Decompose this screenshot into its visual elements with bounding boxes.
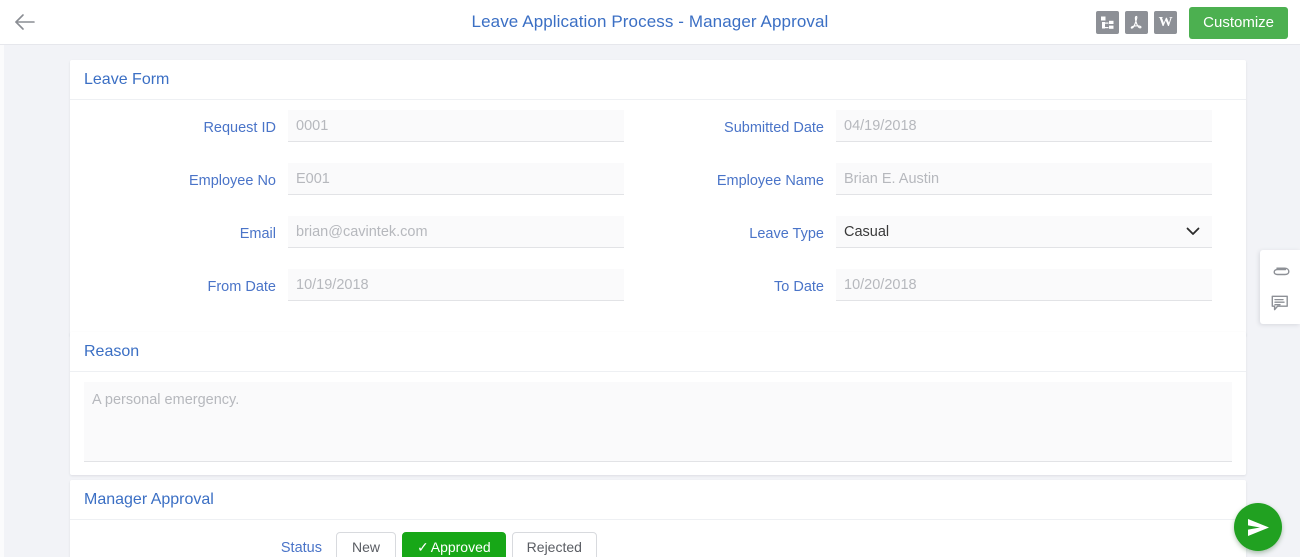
employee-no-input[interactable] bbox=[288, 163, 624, 195]
leave-form-right-column: Submitted Date Employee Name Leave Type bbox=[658, 110, 1246, 322]
word-export-icon[interactable]: W bbox=[1154, 11, 1178, 34]
status-button-rejected[interactable]: Rejected bbox=[511, 532, 597, 557]
leave-type-value: Casual bbox=[844, 223, 890, 240]
field-employee-no: Employee No bbox=[84, 163, 624, 216]
topbar-actions: W Customize bbox=[1096, 0, 1288, 45]
field-label-employee-no: Employee No bbox=[188, 173, 276, 189]
arrow-left-icon bbox=[15, 14, 35, 30]
tree-view-glyph bbox=[1101, 16, 1114, 29]
status-button-approved-label: Approved bbox=[430, 539, 491, 555]
send-icon bbox=[1247, 518, 1269, 536]
comment-icon[interactable] bbox=[1267, 291, 1293, 315]
request-id-input[interactable] bbox=[288, 110, 624, 142]
field-request-id: Request ID bbox=[84, 110, 624, 163]
reason-title: Reason bbox=[84, 342, 140, 360]
field-label-from-date: From Date bbox=[207, 279, 277, 295]
leave-type-select[interactable]: Casual bbox=[836, 216, 1212, 248]
leave-form-fields: Request ID Employee No Email bbox=[70, 100, 1246, 336]
field-submitted-date: Submitted Date bbox=[684, 110, 1212, 163]
status-button-approved[interactable]: ✓ Approved bbox=[402, 532, 506, 557]
comment-glyph bbox=[1271, 295, 1288, 310]
pdf-export-icon[interactable] bbox=[1125, 11, 1149, 34]
manager-approval-title: Manager Approval bbox=[84, 490, 214, 508]
email-input[interactable] bbox=[288, 216, 624, 248]
submitted-date-input[interactable] bbox=[836, 110, 1212, 142]
field-label-submitted-date: Submitted Date bbox=[724, 120, 824, 136]
field-label-email: Email bbox=[239, 226, 276, 242]
reason-header: Reason bbox=[70, 332, 1246, 372]
leave-form-header: Leave Form bbox=[70, 60, 1246, 100]
field-label-request-id: Request ID bbox=[203, 120, 276, 136]
chevron-down-icon bbox=[1186, 227, 1200, 236]
status-label: Status bbox=[280, 539, 322, 556]
pdf-glyph bbox=[1130, 15, 1142, 29]
top-bar: Leave Application Process - Manager Appr… bbox=[0, 0, 1300, 45]
leave-form-card: Leave Form Request ID Employee No bbox=[70, 60, 1246, 336]
customize-button[interactable]: Customize bbox=[1189, 6, 1288, 39]
attachment-icon[interactable] bbox=[1267, 259, 1293, 283]
field-from-date: From Date bbox=[84, 269, 624, 322]
field-to-date: To Date bbox=[684, 269, 1212, 322]
field-label-leave-type: Leave Type bbox=[749, 226, 824, 242]
field-label-to-date: To Date bbox=[774, 279, 824, 295]
submit-fab-button[interactable] bbox=[1234, 503, 1282, 551]
side-rail bbox=[1260, 250, 1300, 324]
field-employee-name: Employee Name bbox=[684, 163, 1212, 216]
paperclip-glyph bbox=[1272, 267, 1290, 275]
status-button-new[interactable]: New bbox=[336, 532, 396, 557]
reason-textarea[interactable] bbox=[84, 382, 1232, 462]
page-body: Leave Form Request ID Employee No bbox=[0, 45, 1300, 557]
back-button[interactable] bbox=[0, 0, 50, 45]
from-date-input[interactable] bbox=[288, 269, 624, 301]
status-button-group: New ✓ Approved Rejected bbox=[336, 532, 597, 557]
leave-form-title: Leave Form bbox=[84, 70, 170, 88]
field-label-employee-name: Employee Name bbox=[716, 173, 824, 189]
leave-form-left-column: Request ID Employee No Email bbox=[70, 110, 658, 322]
field-email: Email bbox=[84, 216, 624, 269]
manager-approval-body: Status New ✓ Approved Rejected bbox=[70, 520, 1246, 557]
to-date-input[interactable] bbox=[836, 269, 1212, 301]
reason-body bbox=[70, 372, 1246, 475]
field-leave-type: Leave Type Casual bbox=[684, 216, 1212, 269]
check-icon: ✓ bbox=[417, 539, 429, 555]
reason-card: Reason bbox=[70, 332, 1246, 475]
manager-approval-header: Manager Approval bbox=[70, 480, 1246, 520]
manager-approval-card: Manager Approval Status New ✓ Approved Re… bbox=[70, 480, 1246, 557]
employee-name-input[interactable] bbox=[836, 163, 1212, 195]
tree-view-icon[interactable] bbox=[1096, 11, 1120, 34]
